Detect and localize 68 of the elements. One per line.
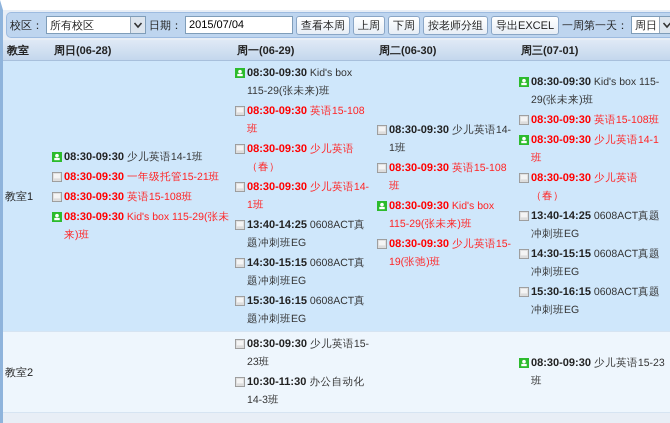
campus-label: 校区： bbox=[10, 18, 43, 32]
class-entry: 08:30-09:30 少儿英语（春） bbox=[531, 171, 639, 204]
first-day-label: 一周第一天： bbox=[562, 18, 628, 32]
note-icon bbox=[377, 125, 387, 135]
note-icon bbox=[519, 211, 529, 221]
note-icon bbox=[52, 192, 62, 202]
room-name: 教室1 bbox=[5, 190, 34, 202]
campus-select[interactable]: 所有校区 bbox=[46, 16, 146, 34]
person-icon bbox=[377, 201, 387, 211]
column-header: 教室 bbox=[3, 40, 50, 60]
class-entry: 08:30-09:30 少儿英语14-1班 bbox=[64, 150, 203, 165]
column-header: 周一(06-29) bbox=[233, 40, 375, 60]
room-name: 教室2 bbox=[5, 366, 34, 378]
note-icon bbox=[377, 239, 387, 249]
person-icon bbox=[519, 77, 529, 87]
class-entry: 08:30-09:30 少儿英语14-1班 bbox=[531, 133, 660, 166]
note-icon bbox=[519, 287, 529, 297]
class-entry: 08:30-09:30 Kid's box 115-29(张未来)班 bbox=[247, 66, 354, 99]
class-entry: 15:30-16:15 0608ACT真题冲刺班EG bbox=[531, 285, 662, 318]
note-icon bbox=[52, 172, 62, 182]
toolbar-button[interactable]: 按老师分组 bbox=[423, 16, 488, 34]
class-entry: 13:40-14:25 0608ACT真题冲刺班EG bbox=[247, 218, 366, 251]
date-label: 日期： bbox=[149, 18, 182, 32]
person-icon bbox=[519, 135, 529, 145]
class-entry: 08:30-09:30 少儿英语15-23班 bbox=[247, 337, 370, 370]
note-icon bbox=[235, 144, 245, 154]
class-entry: 08:30-09:30 少儿英语15-19(张弛)班 bbox=[389, 237, 512, 270]
note-icon bbox=[235, 339, 245, 349]
toolbar-button[interactable]: 下周 bbox=[388, 16, 420, 34]
person-icon bbox=[52, 212, 62, 222]
class-entry: 08:30-09:30 少儿英语14-1班 bbox=[247, 180, 370, 213]
note-icon bbox=[519, 173, 529, 183]
class-entry: 08:30-09:30 英语15-108班 bbox=[531, 113, 660, 128]
class-entry: 08:30-09:30 一年级托管15-21班 bbox=[64, 170, 220, 185]
date-field[interactable]: 2015/07/04 bbox=[185, 16, 293, 34]
column-header: 周日(06-28) bbox=[50, 40, 233, 60]
note-icon bbox=[519, 249, 529, 259]
class-entry: 08:30-09:30 少儿英语14-1班 bbox=[389, 123, 512, 156]
class-entry: 08:30-09:30 少儿英语（春） bbox=[247, 142, 355, 175]
note-icon bbox=[377, 163, 387, 173]
class-entry: 14:30-15:15 0608ACT真题冲刺班EG bbox=[531, 247, 662, 280]
class-entry: 08:30-09:30 Kid's box 115-29(张未来)班 bbox=[531, 75, 660, 108]
person-icon bbox=[52, 152, 62, 162]
column-header: 周二(06-30) bbox=[375, 40, 517, 60]
class-entry: 08:30-09:30 Kid's box 115-29(张未来)班 bbox=[389, 199, 496, 232]
note-icon bbox=[519, 115, 529, 125]
note-icon bbox=[235, 258, 245, 268]
class-entry: 08:30-09:30 Kid's box 115-29(张未来)班 bbox=[64, 210, 230, 243]
column-header: 周三(07-01) bbox=[517, 40, 670, 60]
first-day-select[interactable]: 周日 bbox=[631, 16, 670, 34]
note-icon bbox=[235, 220, 245, 230]
note-icon bbox=[235, 182, 245, 192]
class-entry: 08:30-09:30 英语15-108班 bbox=[389, 161, 508, 194]
class-entry: 08:30-09:30 英语15-108班 bbox=[247, 104, 366, 137]
toolbar-button[interactable]: 上周 bbox=[353, 16, 385, 34]
toolbar-button[interactable]: 查看本周 bbox=[296, 16, 350, 34]
note-icon bbox=[235, 377, 245, 387]
class-entry: 10:30-11:30 办公自动化14-3班 bbox=[247, 375, 366, 408]
note-icon bbox=[235, 106, 245, 116]
class-entry: 08:30-09:30 少儿英语15-23班 bbox=[531, 356, 666, 389]
class-entry: 08:30-09:30 英语15-108班 bbox=[64, 190, 193, 205]
note-icon bbox=[235, 296, 245, 306]
person-icon bbox=[519, 358, 529, 368]
class-entry: 13:40-14:25 0608ACT真题冲刺班EG bbox=[531, 209, 662, 242]
class-entry: 15:30-16:15 0608ACT真题冲刺班EG bbox=[247, 294, 366, 327]
toolbar-button[interactable]: 导出EXCEL bbox=[491, 16, 560, 34]
person-icon bbox=[235, 68, 245, 78]
class-entry: 14:30-15:15 0608ACT真题冲刺班EG bbox=[247, 256, 366, 289]
